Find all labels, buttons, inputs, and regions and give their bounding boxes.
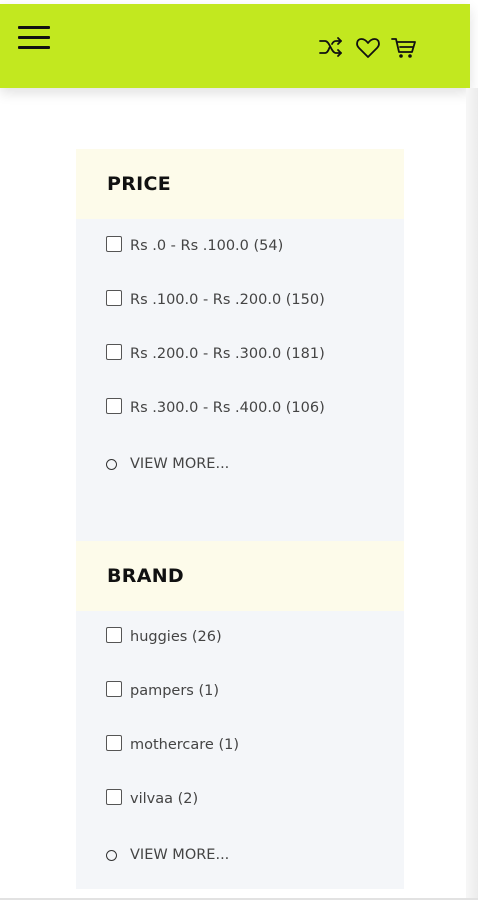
checkbox[interactable] [106, 398, 122, 414]
view-more-label: VIEW MORE... [130, 456, 230, 472]
option-label: Rs .200.0 - Rs .300.0 (181) [130, 346, 325, 362]
option-label: huggies (26) [130, 629, 222, 645]
heart-icon[interactable] [355, 36, 381, 60]
brand-filter-title: BRAND [107, 565, 184, 587]
option-label: Rs .0 - Rs .100.0 (54) [130, 238, 284, 254]
circle-bullet-icon [106, 459, 117, 470]
price-filter-options: Rs .0 - Rs .100.0 (54) Rs .100.0 - Rs .2… [76, 219, 404, 541]
checkbox[interactable] [106, 789, 122, 805]
checkbox[interactable] [106, 627, 122, 643]
price-filter-header: PRICE [76, 149, 404, 219]
option-label: Rs .100.0 - Rs .200.0 (150) [130, 292, 325, 308]
top-app-bar [0, 4, 470, 88]
brand-filter-options: huggies (26) pampers (1) mothercare (1) … [76, 611, 404, 889]
checkbox[interactable] [106, 735, 122, 751]
price-filter-section: PRICE Rs .0 - Rs .100.0 (54) Rs .100.0 -… [76, 149, 404, 541]
checkbox[interactable] [106, 290, 122, 306]
brand-filter-header: BRAND [76, 541, 404, 611]
checkbox[interactable] [106, 681, 122, 697]
option-label: vilvaa (2) [130, 791, 199, 807]
view-more-label: VIEW MORE... [130, 847, 230, 863]
option-label: mothercare (1) [130, 737, 240, 753]
option-label: Rs .300.0 - Rs .400.0 (106) [130, 400, 325, 416]
checkbox[interactable] [106, 236, 122, 252]
option-label: pampers (1) [130, 683, 220, 699]
page-edge-shadow [466, 88, 478, 900]
brand-filter-section: BRAND huggies (26) pampers (1) mothercar… [76, 541, 404, 889]
shuffle-icon[interactable] [318, 36, 344, 58]
cart-icon[interactable] [391, 36, 417, 60]
hamburger-menu-icon[interactable] [18, 23, 52, 55]
price-filter-title: PRICE [107, 173, 172, 195]
circle-bullet-icon [106, 850, 117, 861]
checkbox[interactable] [106, 344, 122, 360]
